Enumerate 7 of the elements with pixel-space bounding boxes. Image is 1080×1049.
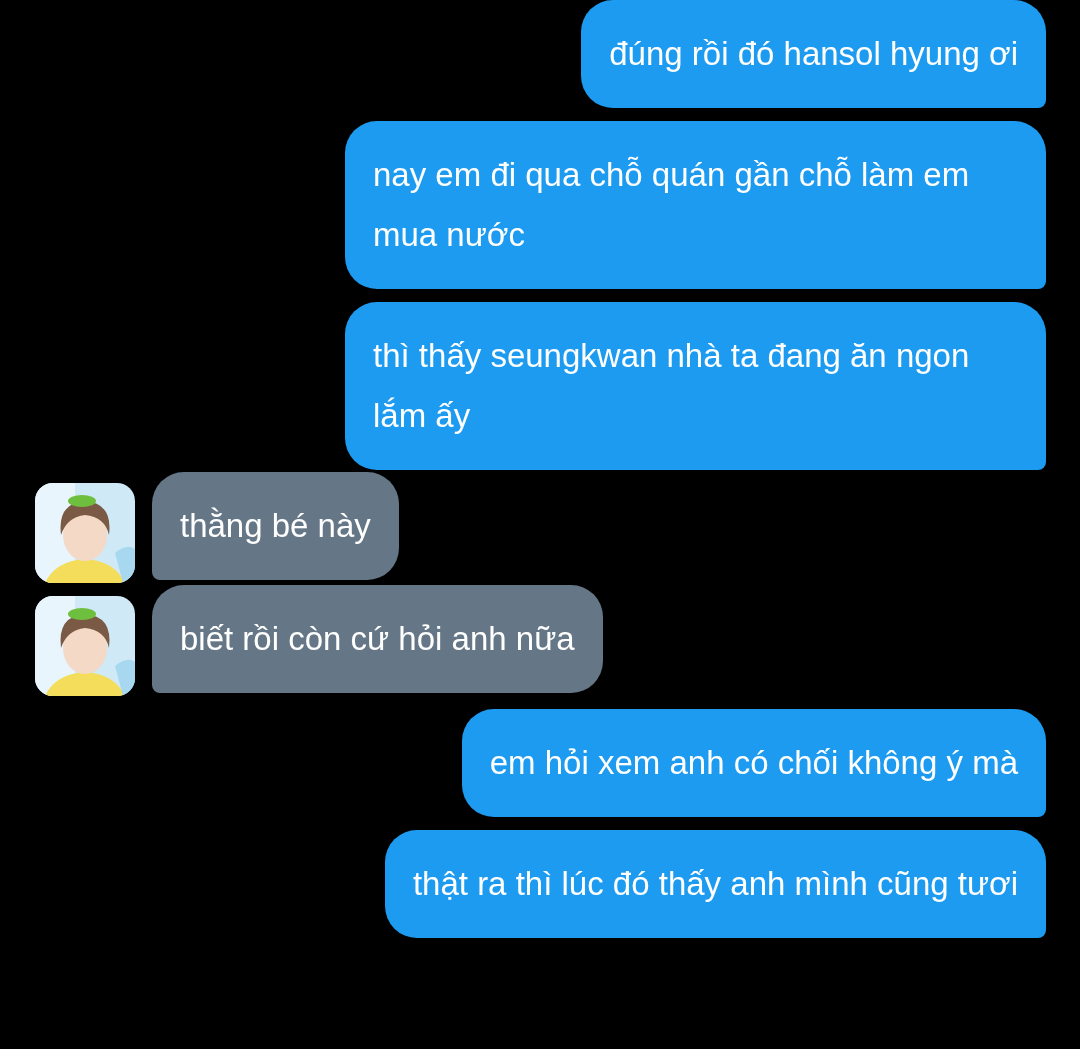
message-bubble: thằng bé này bbox=[152, 472, 399, 580]
message-bubble: thì thấy seungkwan nhà ta đang ăn ngon lắm ấy bbox=[345, 302, 1046, 470]
message-bubble: nay em đi qua chỗ quán gần chỗ làm em mua nước bbox=[345, 121, 1046, 289]
message-bubble: đúng rồi đó hansol hyung ơi bbox=[581, 0, 1046, 108]
message-bubble: biết rồi còn cứ hỏi anh nữa bbox=[152, 585, 603, 693]
message-bubble: thật ra thì lúc đó thấy anh mình cũng tươi bbox=[384, 830, 1046, 938]
message-bubble: em hỏi xem anh có chối không ý mà bbox=[461, 709, 1046, 817]
